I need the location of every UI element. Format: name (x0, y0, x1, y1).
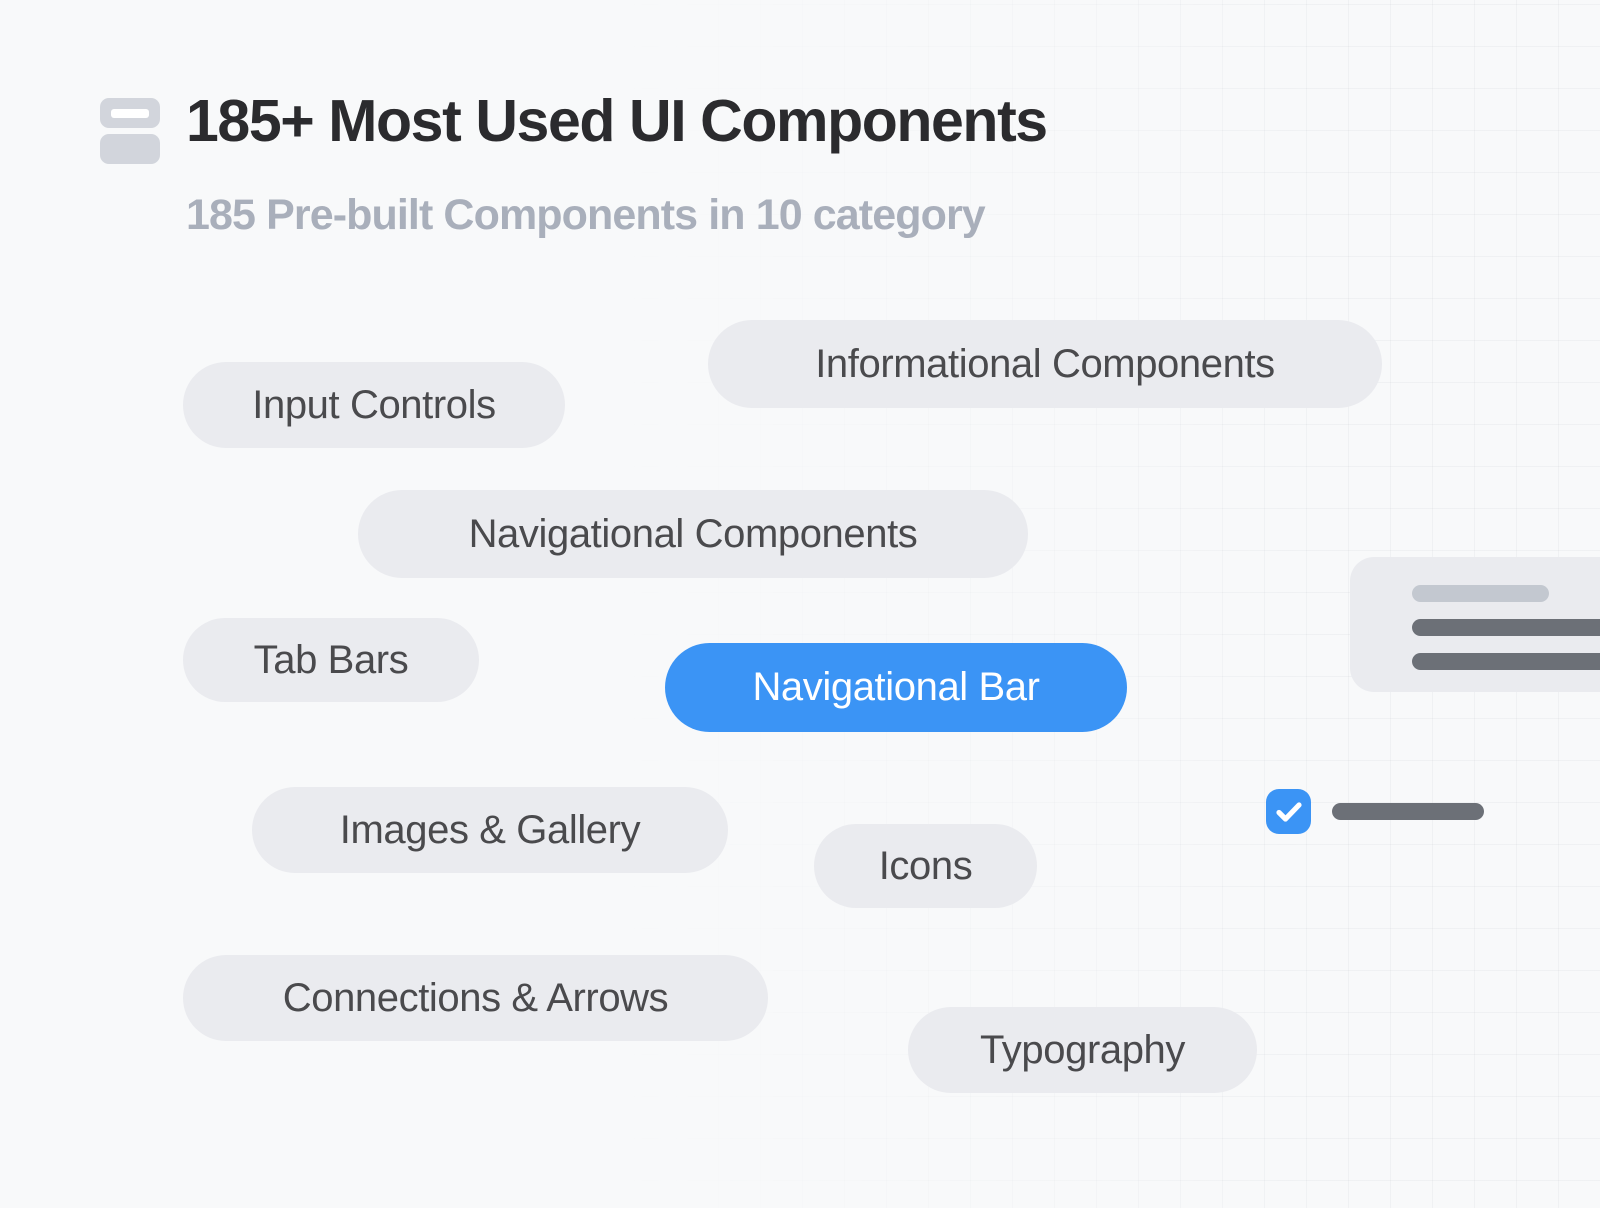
page-subtitle: 185 Pre-built Components in 10 category (186, 191, 986, 239)
page-header: 185+ Most Used UI Components 185 Pre-bui… (100, 88, 1048, 239)
checkbox-checked[interactable] (1266, 789, 1311, 834)
card-line-dark-2 (1412, 653, 1600, 670)
category-pill-label: Input Controls (252, 382, 496, 427)
card-line-light (1412, 585, 1549, 602)
list-card-preview (1350, 557, 1600, 692)
category-pill-informational-components[interactable]: Informational Components (708, 320, 1382, 408)
category-pill-connections-arrows[interactable]: Connections & Arrows (183, 955, 768, 1041)
category-pill-label: Navigational Bar (752, 665, 1040, 709)
category-pill-icons[interactable]: Icons (814, 824, 1037, 908)
category-pill-label: Informational Components (815, 341, 1275, 386)
stacked-bars-icon-bottom (100, 134, 160, 164)
category-pill-tab-bars[interactable]: Tab Bars (183, 618, 479, 702)
stacked-bars-icon-top (100, 98, 160, 128)
card-line-dark-1 (1412, 619, 1600, 636)
category-pill-label: Tab Bars (253, 637, 409, 682)
stacked-bars-icon (100, 98, 160, 164)
category-pill-typography[interactable]: Typography (908, 1007, 1257, 1093)
checkbox-label-bar (1332, 803, 1484, 820)
checkmark-icon (1275, 801, 1302, 822)
category-pill-navigational-components[interactable]: Navigational Components (358, 490, 1028, 578)
category-pill-label: Connections & Arrows (282, 975, 669, 1020)
category-pill-images-gallery[interactable]: Images & Gallery (252, 787, 728, 873)
category-pill-navigational-bar[interactable]: Navigational Bar (665, 643, 1127, 732)
category-pill-input-controls[interactable]: Input Controls (183, 362, 565, 448)
page-title: 185+ Most Used UI Components (186, 88, 1048, 154)
category-pill-label: Icons (878, 843, 973, 888)
category-pill-label: Navigational Components (468, 511, 918, 556)
checkbox-preview-row (1266, 789, 1484, 834)
header-title-row: 185+ Most Used UI Components (100, 88, 1048, 164)
category-pill-label: Images & Gallery (339, 807, 641, 852)
category-pill-label: Typography (979, 1027, 1186, 1072)
